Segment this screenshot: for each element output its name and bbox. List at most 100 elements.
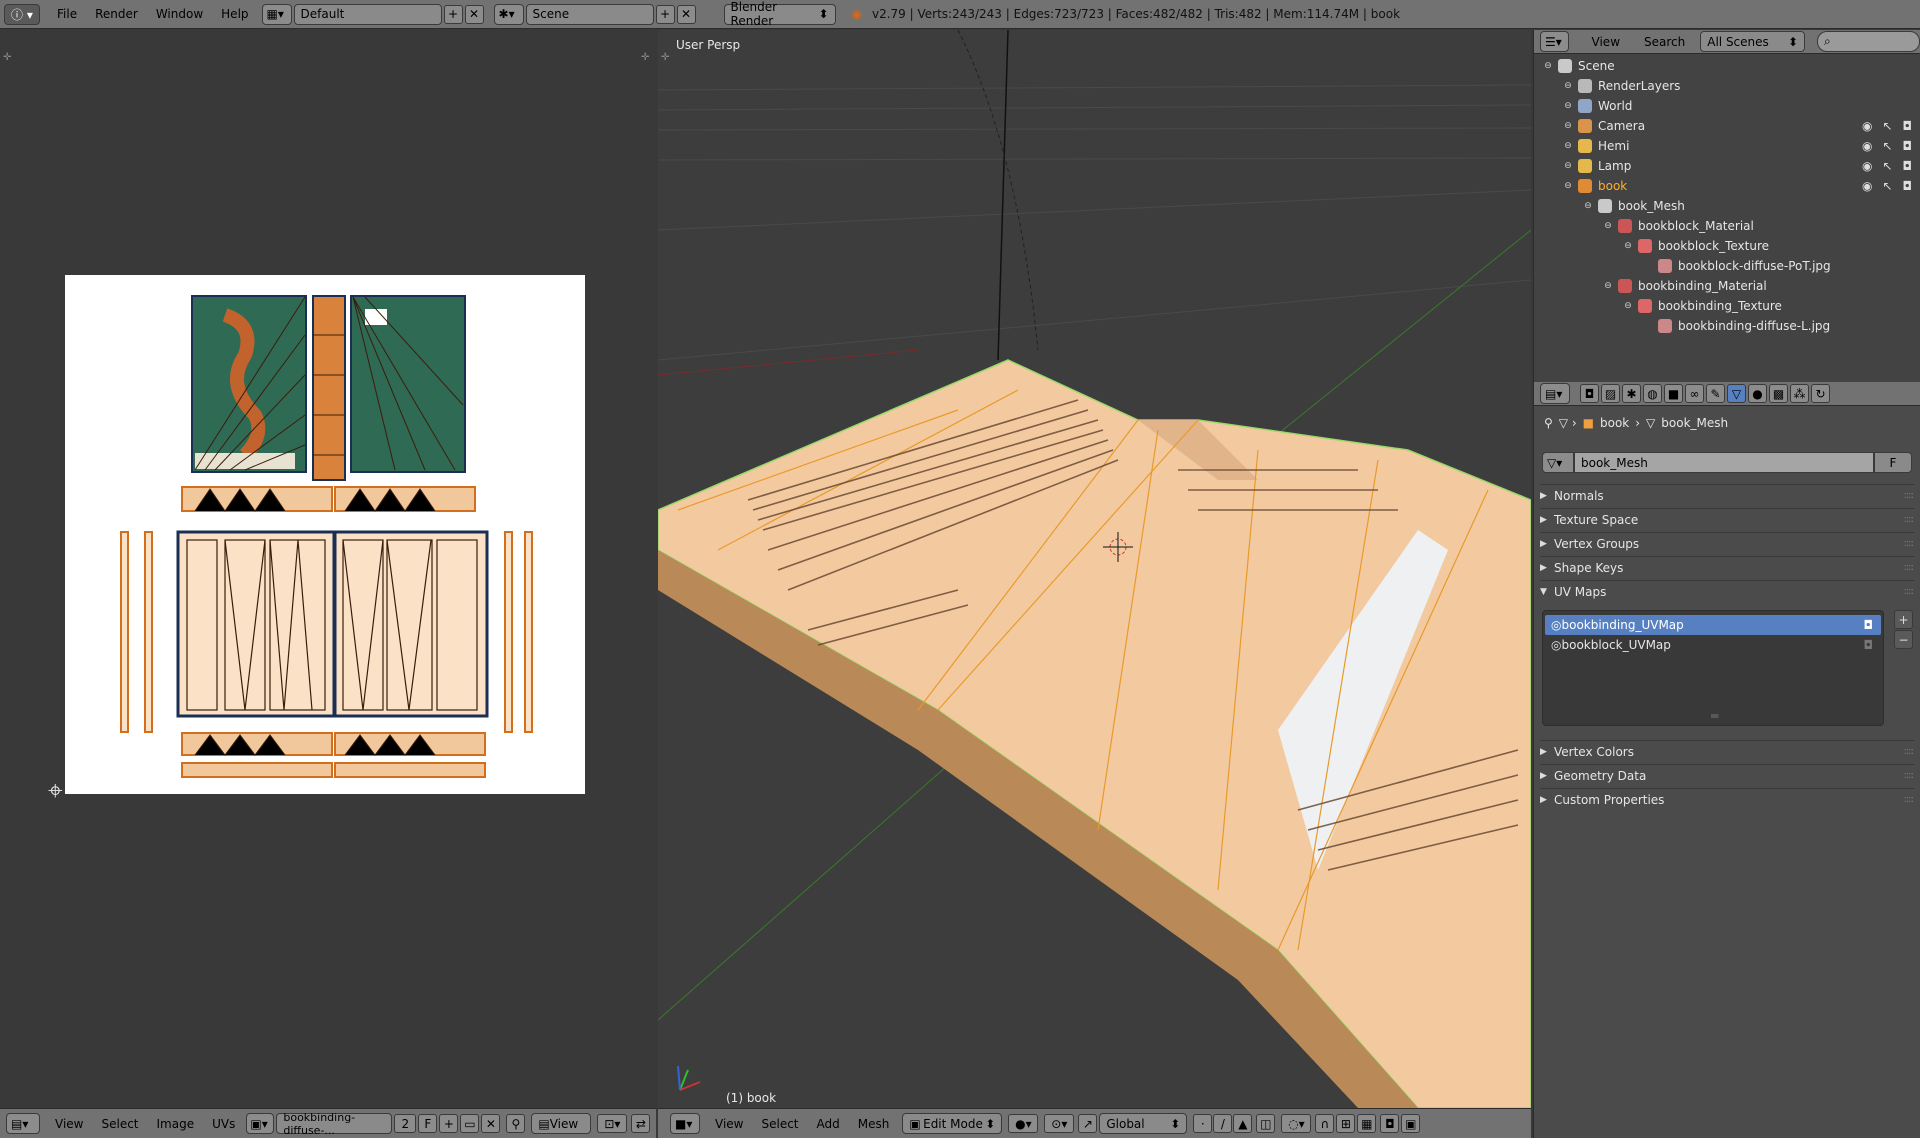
mesh-fake-user-button[interactable]: F xyxy=(1874,452,1912,473)
tab-physics[interactable]: ↻ xyxy=(1811,384,1830,403)
eye-icon[interactable]: ◉ xyxy=(1862,179,1872,193)
layer-button[interactable]: ▦ xyxy=(1357,1114,1377,1133)
scene-add-button[interactable]: + xyxy=(655,4,675,24)
cursor-icon[interactable]: ↖ xyxy=(1882,139,1892,153)
outliner-item[interactable]: ⊖ book_Mesh xyxy=(1582,196,1685,216)
properties-editor[interactable]: ▤▾ ◘ ▨ ✱ ◍ ■ ∞ ✎ ▽ ● ▩ ⁂ ↻ ⚲ ▽ › ■ book … xyxy=(1533,382,1920,1138)
uv-image-editor[interactable]: ✛ ✛ ⌖ xyxy=(0,30,656,1108)
outliner-display-mode-dropdown[interactable]: All Scenes ⬍ xyxy=(1700,31,1806,52)
outliner-item[interactable]: bookbinding-diffuse-L.jpg xyxy=(1642,316,1830,336)
drag-grip-icon[interactable]: :::: xyxy=(1904,794,1915,805)
panel-geometry-data[interactable]: ▶ Geometry Data:::: xyxy=(1540,764,1915,786)
tab-render-layers[interactable]: ▨ xyxy=(1601,384,1620,403)
outliner-item[interactable]: ⊖ bookbinding_Texture xyxy=(1622,296,1782,316)
eye-icon[interactable]: ◉ xyxy=(1862,139,1872,153)
vp-menu-select[interactable]: Select xyxy=(752,1117,807,1131)
disclosure-triangle-icon[interactable]: ⊖ xyxy=(1622,240,1634,252)
drag-grip-icon[interactable]: :::: xyxy=(1904,746,1915,757)
3d-viewport[interactable]: User Persp (1) book ✛ xyxy=(658,30,1531,1108)
tab-mesh-data[interactable]: ▽ xyxy=(1727,384,1746,403)
uv-map-item[interactable]: ◎ bookbinding_UVMap ◘ xyxy=(1545,615,1881,635)
proportional-edit-button[interactable]: ◌▾ xyxy=(1281,1114,1312,1133)
editor-type-info-button[interactable]: ⓘ ▾ xyxy=(4,3,40,25)
menu-render[interactable]: Render xyxy=(86,7,147,21)
scene-browse-button[interactable]: ✱▾ xyxy=(493,3,524,25)
pin-icon[interactable]: ⚲ xyxy=(1544,416,1553,430)
uv-view-mode-dropdown[interactable]: ▤ View xyxy=(531,1113,592,1134)
drag-grip-icon[interactable]: :::: xyxy=(1904,514,1915,525)
menu-file[interactable]: File xyxy=(48,7,86,21)
image-open-button[interactable]: ▭ xyxy=(460,1114,480,1133)
disclosure-triangle-icon[interactable]: ⊖ xyxy=(1602,280,1614,292)
outliner-item[interactable]: ⊖ RenderLayers xyxy=(1562,76,1680,96)
outliner-item[interactable]: ⊖ book xyxy=(1562,176,1627,196)
camera-icon[interactable]: ◘ xyxy=(1903,119,1913,133)
vp-menu-mesh[interactable]: Mesh xyxy=(849,1117,899,1131)
image-new-button[interactable]: + xyxy=(439,1114,459,1133)
layout-add-button[interactable]: + xyxy=(443,4,463,24)
2d-cursor-icon[interactable]: ⌖ xyxy=(48,778,63,804)
active-render-camera-icon[interactable]: ◘ xyxy=(1864,618,1874,632)
tab-particles[interactable]: ⁂ xyxy=(1790,384,1809,403)
render-animation-button[interactable]: ▣ xyxy=(1401,1114,1421,1133)
tab-scene[interactable]: ✱ xyxy=(1622,384,1641,403)
uv-menu-select[interactable]: Select xyxy=(92,1117,147,1131)
drag-grip-icon[interactable]: :::: xyxy=(1904,770,1915,781)
panel-uv-maps[interactable]: ▼ UV Maps:::: xyxy=(1540,580,1915,602)
drag-grip-icon[interactable]: :::: xyxy=(1904,586,1915,597)
editor-type-button[interactable]: ☰▾ xyxy=(1540,31,1569,52)
image-name-field[interactable]: bookbinding-diffuse-... xyxy=(276,1111,393,1137)
outliner-item[interactable]: ⊖ Camera xyxy=(1562,116,1645,136)
panel-texture-space[interactable]: ▶ Texture Space:::: xyxy=(1540,508,1915,530)
drag-grip-icon[interactable]: :::: xyxy=(1904,562,1915,573)
panel-custom-properties[interactable]: ▶ Custom Properties:::: xyxy=(1540,788,1915,810)
image-browse-button[interactable]: ▣▾ xyxy=(246,1113,275,1134)
list-resize-grip-icon[interactable]: ═ xyxy=(1711,709,1718,723)
uv-map-item[interactable]: ◎ bookblock_UVMap ◘ xyxy=(1545,635,1881,655)
tab-render[interactable]: ◘ xyxy=(1580,384,1599,403)
edge-select-button[interactable]: / xyxy=(1213,1114,1233,1133)
uv-map-remove-button[interactable]: − xyxy=(1894,630,1913,649)
outliner-item[interactable]: bookblock-diffuse-PoT.jpg xyxy=(1642,256,1831,276)
scene-name-field[interactable]: Scene xyxy=(525,3,654,25)
shading-button[interactable]: ●▾ xyxy=(1008,1114,1039,1133)
editor-type-button[interactable]: ▤▾ xyxy=(1540,383,1570,404)
cursor-icon[interactable]: ↖ xyxy=(1882,179,1892,193)
manipulator-button[interactable]: ↗ xyxy=(1078,1114,1098,1133)
transform-orientation-dropdown[interactable]: Global ⬍ xyxy=(1099,1113,1188,1134)
drag-grip-icon[interactable]: :::: xyxy=(1904,490,1915,501)
disclosure-triangle-icon[interactable]: ⊖ xyxy=(1562,100,1574,112)
image-users-count[interactable]: 2 xyxy=(394,1114,417,1133)
disclosure-triangle-icon[interactable]: ⊖ xyxy=(1582,200,1594,212)
disclosure-triangle-icon[interactable]: ⊖ xyxy=(1562,160,1574,172)
vp-menu-add[interactable]: Add xyxy=(808,1117,849,1131)
eye-icon[interactable]: ◉ xyxy=(1862,119,1872,133)
disclosure-triangle-icon[interactable]: ⊖ xyxy=(1562,140,1574,152)
drag-grip-icon[interactable]: :::: xyxy=(1904,538,1915,549)
layout-browse-button[interactable]: ▦▾ xyxy=(261,3,292,25)
panel-normals[interactable]: ▶ Normals:::: xyxy=(1540,484,1915,506)
tab-constraints[interactable]: ∞ xyxy=(1685,384,1704,403)
corner-widget-icon[interactable]: ✛ xyxy=(641,52,649,63)
render-preview-button[interactable]: ◘ xyxy=(1380,1114,1400,1133)
disclosure-triangle-icon[interactable]: ⊖ xyxy=(1562,80,1574,92)
face-select-button[interactable]: ▲ xyxy=(1233,1114,1253,1133)
menu-window[interactable]: Window xyxy=(147,7,212,21)
editor-type-button[interactable]: ■▾ xyxy=(670,1113,700,1134)
uv-menu-view[interactable]: View xyxy=(46,1117,92,1131)
corner-widget-icon[interactable]: ✛ xyxy=(3,52,11,63)
uv-menu-uvs[interactable]: UVs xyxy=(203,1117,244,1131)
eye-icon[interactable]: ◉ xyxy=(1862,159,1872,173)
outliner-search-input[interactable]: ⌕ xyxy=(1817,31,1920,52)
image-pin-button[interactable]: ⚲ xyxy=(506,1114,526,1133)
vp-menu-view[interactable]: View xyxy=(706,1117,752,1131)
outliner-item[interactable]: ⊖ World xyxy=(1562,96,1632,116)
mesh-name-field[interactable]: book_Mesh xyxy=(1574,452,1874,473)
snap-toggle-button[interactable]: ∩ xyxy=(1315,1114,1335,1133)
panel-shape-keys[interactable]: ▶ Shape Keys:::: xyxy=(1540,556,1915,578)
snap-element-button[interactable]: ⊞ xyxy=(1336,1114,1356,1133)
layout-delete-button[interactable]: ✕ xyxy=(464,4,484,24)
tab-world[interactable]: ◍ xyxy=(1643,384,1662,403)
outliner-menu-view[interactable]: View xyxy=(1583,35,1629,49)
disclosure-triangle-icon[interactable]: ⊖ xyxy=(1562,120,1574,132)
